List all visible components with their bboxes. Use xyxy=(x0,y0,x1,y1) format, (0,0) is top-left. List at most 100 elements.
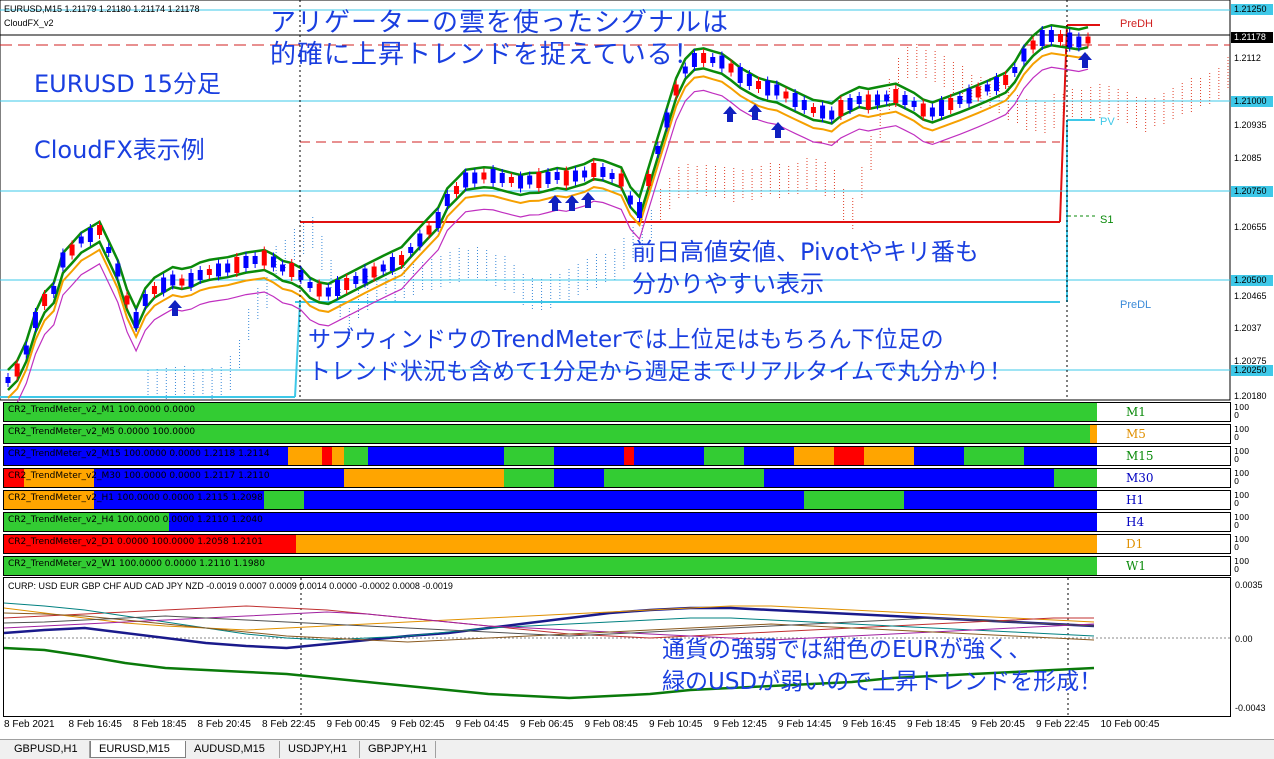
trend-meter-w1[interactable]: CR2_TrendMeter_v2_W1 100.0000 0.0000 1.2… xyxy=(3,556,1231,576)
trend-meter-m15[interactable]: CR2_TrendMeter_v2_M15 100.0000 0.0000 1.… xyxy=(3,446,1231,466)
price-axis-label: 1.21178 xyxy=(1231,32,1273,43)
price-axis-label: 1.20465 xyxy=(1234,291,1267,301)
scale-bottom: 0 xyxy=(1234,565,1240,574)
trend-meter-bar xyxy=(834,447,864,465)
trend-meter-scale: 100 0 xyxy=(1234,536,1249,552)
price-axis-label: 1.20750 xyxy=(1231,186,1273,197)
chart-tab[interactable]: AUDUSD,M15 xyxy=(186,741,280,758)
trend-meter-bar xyxy=(344,447,368,465)
trend-meter-m30[interactable]: CR2_TrendMeter_v2_M30 100.0000 0.0000 1.… xyxy=(3,468,1231,488)
trend-meter-scale: 100 0 xyxy=(1234,404,1249,420)
chart-tab[interactable]: GBPJPY,H1 xyxy=(360,741,436,758)
currency-strength-label: CURP: USD EUR GBP CHF AUD CAD JPY NZD -0… xyxy=(8,581,453,591)
trend-meter-bar xyxy=(624,447,634,465)
time-axis-label: 9 Feb 18:45 xyxy=(907,719,961,730)
trend-meter-bar xyxy=(288,447,322,465)
trend-meter-label: CR2_TrendMeter_v2_M15 100.0000 0.0000 1.… xyxy=(8,449,270,459)
trend-meter-bar xyxy=(764,469,1054,487)
cloudfx-annotation: CloudFX表示例 xyxy=(34,136,205,164)
trend-meter-timeframe: H4 xyxy=(1126,515,1145,529)
time-axis-label: 9 Feb 12:45 xyxy=(713,719,767,730)
trend-meter-m1[interactable]: CR2_TrendMeter_v2_M1 100.0000 0.0000 M1 xyxy=(3,402,1231,422)
trend-meter-bar xyxy=(344,469,504,487)
scale-bottom: 0 xyxy=(1234,433,1240,442)
trend-meter-bar xyxy=(322,447,332,465)
trend-meter-bar xyxy=(1090,425,1097,443)
scale-bottom: 0 xyxy=(1234,455,1240,464)
trend-meter-bar xyxy=(634,447,704,465)
price-axis-label: 1.20180 xyxy=(1234,391,1267,401)
price-axis-label: 1.2037 xyxy=(1234,323,1262,333)
trend-meter-scale: 100 0 xyxy=(1234,448,1249,464)
pivot-annotation-2: 分かりやすい表示 xyxy=(632,270,824,298)
trend-meter-bar xyxy=(1054,469,1097,487)
trend-meter-scale: 100 0 xyxy=(1234,492,1249,508)
time-axis-label: 9 Feb 10:45 xyxy=(649,719,703,730)
trend-meter-timeframe: M5 xyxy=(1126,427,1146,441)
predl-label: PreDL xyxy=(1120,299,1152,311)
trend-meter-bar xyxy=(914,447,964,465)
curp-axis-top: 0.0035 xyxy=(1235,580,1263,590)
trend-meter-d1[interactable]: CR2_TrendMeter_v2_D1 0.0000 100.0000 1.2… xyxy=(3,534,1231,554)
trend-meter-timeframe: H1 xyxy=(1126,493,1145,507)
trend-meter-bar xyxy=(332,447,344,465)
trend-meter-h4[interactable]: CR2_TrendMeter_v2_H4 100.0000 0.0000 1.2… xyxy=(3,512,1231,532)
price-axis-label: 1.20250 xyxy=(1231,365,1273,376)
time-axis-label: 9 Feb 14:45 xyxy=(778,719,832,730)
trend-meter-label: CR2_TrendMeter_v2_H1 100.0000 0.0000 1.2… xyxy=(8,493,263,503)
price-axis-label: 1.21000 xyxy=(1231,96,1273,107)
trend-meter-bar xyxy=(264,491,304,509)
pv-label: PV xyxy=(1100,116,1115,128)
chart-tab[interactable]: USDJPY,H1 xyxy=(280,741,360,758)
pair-annotation: EURUSD 15分足 xyxy=(34,70,221,98)
curp-axis-mid: 0.00 xyxy=(1235,634,1253,644)
curp-axis-bottom: -0.0043 xyxy=(1235,703,1266,713)
trend-meter-bar xyxy=(169,513,1097,531)
trend-meter-m5[interactable]: CR2_TrendMeter_v2_M5 0.0000 100.0000 M5 xyxy=(3,424,1231,444)
time-axis-label: 8 Feb 16:45 xyxy=(68,719,122,730)
trend-meter-timeframe: D1 xyxy=(1126,537,1144,551)
time-axis-label: 9 Feb 02:45 xyxy=(391,719,445,730)
time-axis-label: 10 Feb 00:45 xyxy=(1100,719,1160,730)
s1-label: S1 xyxy=(1100,214,1114,226)
scale-bottom: 0 xyxy=(1234,521,1240,530)
time-axis-label: 9 Feb 00:45 xyxy=(326,719,380,730)
scale-bottom: 0 xyxy=(1234,411,1240,420)
trend-meter-bar xyxy=(704,447,744,465)
trend-meter-scale: 100 0 xyxy=(1234,426,1249,442)
symbol-title: EURUSD,M15 1.21179 1.21180 1.21174 1.211… xyxy=(4,4,200,14)
currency-strength-panel[interactable]: CURP: USD EUR GBP CHF AUD CAD JPY NZD -0… xyxy=(3,577,1231,717)
time-axis-label: 8 Feb 18:45 xyxy=(133,719,187,730)
time-axis-label: 9 Feb 06:45 xyxy=(520,719,574,730)
price-axis-label: 1.20500 xyxy=(1231,275,1273,286)
chart-tab[interactable]: EURUSD,M15 xyxy=(90,741,186,758)
trend-meter-bar xyxy=(504,469,554,487)
trend-meter-bar xyxy=(304,491,804,509)
trend-meter-bar xyxy=(504,447,554,465)
scale-bottom: 0 xyxy=(1234,543,1240,552)
price-axis-label: 1.21250 xyxy=(1231,4,1273,15)
scale-bottom: 0 xyxy=(1234,499,1240,508)
price-axis-label: 1.20935 xyxy=(1234,120,1267,130)
trend-meter-timeframe: M30 xyxy=(1126,471,1154,485)
price-axis-label: 1.20655 xyxy=(1234,222,1267,232)
price-axis-label: 1.2085 xyxy=(1234,153,1262,163)
trend-meter-timeframe: W1 xyxy=(1126,559,1146,573)
headline-annotation-2: 的確に上昇トレンドを捉えている！ xyxy=(270,40,701,70)
trend-meter-bar xyxy=(804,491,904,509)
trend-meter-bar xyxy=(864,447,914,465)
time-axis-label: 9 Feb 08:45 xyxy=(584,719,638,730)
chart-tabs-bar: GBPUSD,H1 EURUSD,M15 AUDUSD,M15 USDJPY,H1 GB… xyxy=(0,739,1274,759)
trend-meter-h1[interactable]: CR2_TrendMeter_v2_H1 100.0000 0.0000 1.2… xyxy=(3,490,1231,510)
trend-meter-bar xyxy=(964,447,1024,465)
chart-tab[interactable]: GBPUSD,H1 xyxy=(6,741,90,758)
trend-meter-label: CR2_TrendMeter_v2_M30 100.0000 0.0000 1.… xyxy=(8,471,270,481)
time-axis-label: 9 Feb 20:45 xyxy=(971,719,1025,730)
predh-label: PreDH xyxy=(1120,18,1154,30)
indicator-label: CloudFX_v2 xyxy=(4,18,54,28)
main-price-chart[interactable]: EURUSD,M15 1.21179 1.21180 1.21174 1.211… xyxy=(0,0,1274,402)
trend-meter-timeframe: M1 xyxy=(1126,405,1146,419)
trend-meter-scale: 100 0 xyxy=(1234,514,1249,530)
trend-meter-timeframe: M15 xyxy=(1126,449,1154,463)
time-axis-label: 8 Feb 20:45 xyxy=(197,719,251,730)
